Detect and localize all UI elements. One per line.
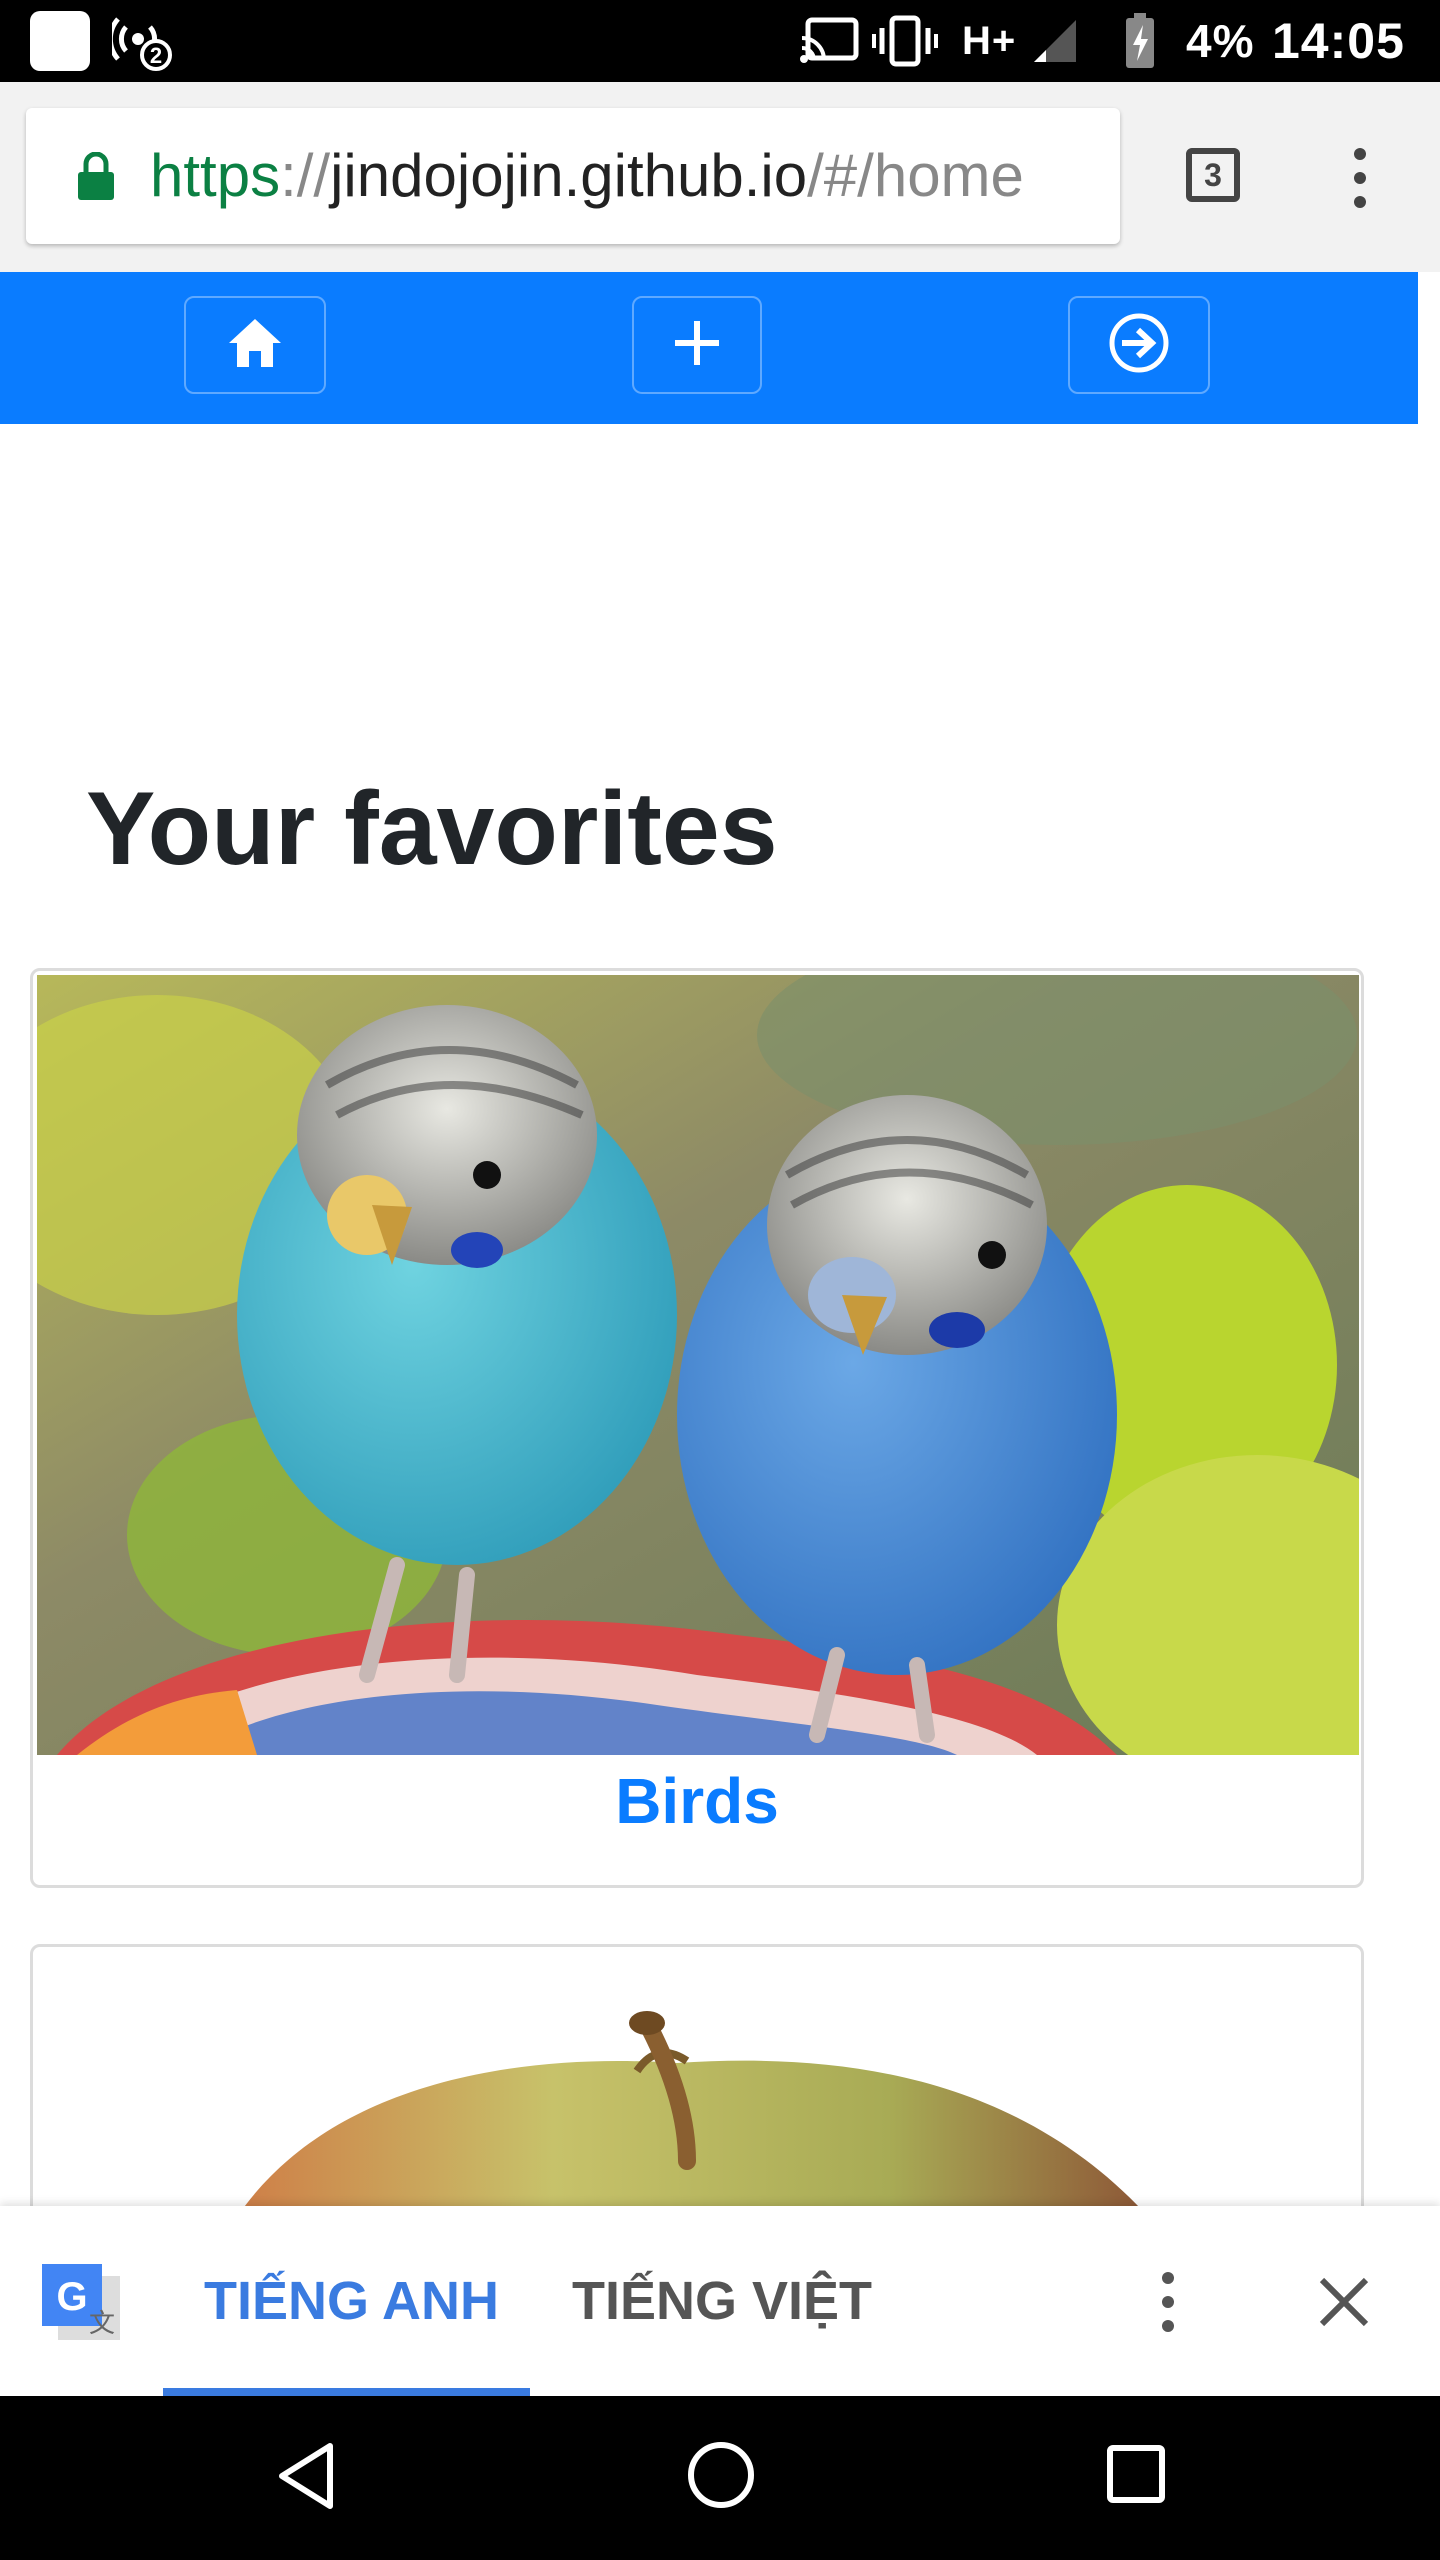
url-path: /#/home: [807, 142, 1024, 209]
notification-badge-text: 2: [150, 43, 162, 68]
close-icon[interactable]: [1318, 2276, 1370, 2333]
tab-count-label: 3: [1204, 157, 1222, 193]
browser-toolbar: https://jindojojin.github.io/#/home 3: [0, 82, 1440, 272]
battery-icon: [1124, 0, 1156, 82]
translate-bar: G 文 TIẾNG ANH TIẾNG VIỆT: [0, 2206, 1440, 2396]
recents-icon[interactable]: [1106, 2444, 1166, 2509]
url-separator: ://: [280, 142, 331, 209]
network-type: H+: [962, 0, 1016, 82]
add-button[interactable]: [632, 296, 762, 394]
active-tab-indicator: [163, 2388, 530, 2396]
status-bar: 2 H+ 4% 14:05: [0, 0, 1440, 82]
url-host: jindojojin.github.io: [330, 142, 808, 209]
system-navigation-bar: [0, 2396, 1440, 2560]
app-navbar: [0, 272, 1418, 424]
lock-icon: [76, 151, 116, 207]
home-icon: [227, 317, 283, 374]
battery-percent: 4%: [1186, 15, 1255, 67]
svg-text:G: G: [56, 2275, 87, 2319]
hotspot-icon: 2: [112, 0, 176, 82]
google-translate-icon: G 文: [40, 2262, 122, 2347]
clock: 14:05: [1272, 13, 1405, 69]
page-title: Your favorites: [86, 771, 778, 887]
browser-menu-icon[interactable]: [1350, 146, 1370, 215]
signal-icon: [1032, 0, 1078, 82]
tab-target-language[interactable]: TIẾNG VIỆT: [572, 2206, 872, 2396]
tab-switcher-button[interactable]: 3: [1186, 148, 1240, 202]
cast-icon: [800, 0, 860, 82]
apple-photo[interactable]: [37, 1951, 1359, 2241]
app-notification-icon: [30, 0, 90, 82]
home-circle-icon[interactable]: [686, 2440, 756, 2515]
url-text[interactable]: https://jindojojin.github.io/#/home: [150, 108, 1120, 244]
plus-icon: [673, 319, 721, 372]
translate-options-icon[interactable]: [1158, 2270, 1178, 2339]
address-bar[interactable]: https://jindojojin.github.io/#/home: [26, 108, 1120, 244]
budgies-photo[interactable]: [37, 975, 1359, 1755]
sign-in-icon: [1108, 312, 1170, 379]
favorite-card[interactable]: Birds: [30, 968, 1364, 1888]
login-button[interactable]: [1068, 296, 1210, 394]
card-title[interactable]: Birds: [33, 1755, 1361, 1847]
network-type-label: H+: [962, 18, 1017, 63]
tab-source-language[interactable]: TIẾNG ANH: [204, 2206, 499, 2396]
url-scheme: https: [150, 142, 281, 209]
svg-text:文: 文: [89, 2308, 115, 2338]
vibrate-icon: [872, 0, 938, 82]
back-icon[interactable]: [274, 2440, 338, 2517]
home-button[interactable]: [184, 296, 326, 394]
favorite-card[interactable]: [30, 1944, 1364, 2244]
